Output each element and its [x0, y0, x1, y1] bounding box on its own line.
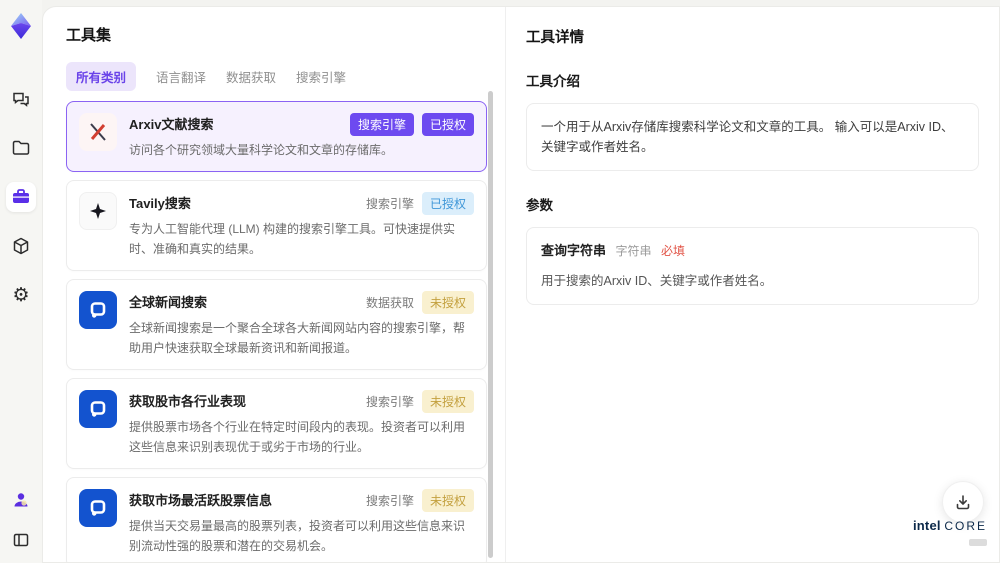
- sidebar-item-toolset[interactable]: [6, 182, 36, 212]
- auth-status-badge: 未授权: [421, 291, 474, 315]
- intel-wordmark: intel: [912, 518, 941, 534]
- category-tabs: 所有类别 语言翻译 数据获取 搜索引擎: [66, 62, 505, 91]
- param-description: 用于搜索的Arxiv ID、关键字或作者姓名。: [541, 273, 773, 288]
- tool-description: 提供当天交易量最高的股票列表，投资者可以利用这些信息来识别流动性强的股票和潜在的…: [129, 519, 466, 553]
- app-rail: ⚙: [0, 0, 42, 563]
- tavily-star-icon: [79, 192, 117, 231]
- core-wordmark: core: [944, 519, 987, 534]
- chat-icon: [11, 89, 31, 109]
- tool-name: Tavily搜索: [129, 196, 191, 212]
- tool-details-panel: 工具详情 工具介绍 一个用于从Arxiv存储库搜索科学论文和文章的工具。 输入可…: [505, 7, 999, 562]
- folder-icon: [11, 138, 31, 158]
- collapse-panel-button[interactable]: [6, 525, 36, 555]
- auth-status-badge: 未授权: [421, 489, 474, 513]
- param-box: 查询字符串 字符串 必填 用于搜索的Arxiv ID、关键字或作者姓名。: [526, 227, 979, 305]
- user-avatar-icon: [11, 490, 31, 510]
- category-badge: 搜索引擎: [365, 395, 414, 410]
- tool-description: 专为人工智能代理 (LLM) 构建的搜索引擎工具。可快速提供实时、准确和真实的结…: [129, 222, 456, 256]
- sidebar-item-files[interactable]: [6, 133, 36, 163]
- param-header-row: 查询字符串 字符串 必填: [541, 241, 964, 262]
- param-name: 查询字符串: [541, 243, 607, 258]
- page-title: 工具集: [66, 27, 112, 44]
- auth-status-badge: 已授权: [421, 113, 474, 136]
- intro-heading: 工具介绍: [526, 74, 580, 89]
- category-badge: 搜索引擎: [365, 494, 414, 509]
- tool-card-tavily[interactable]: Tavily搜索 搜索引擎 已授权 专为人工智能代理 (LLM) 构建的搜索引擎…: [66, 180, 487, 272]
- tab-all-categories[interactable]: 所有类别: [66, 62, 137, 91]
- tab-translation[interactable]: 语言翻译: [156, 62, 206, 91]
- tab-search-engine[interactable]: 搜索引擎: [296, 62, 346, 91]
- tool-card-stock-sectors[interactable]: 获取股市各行业表现 搜索引擎 未授权 提供股票市场各个行业在特定时间段内的表现。…: [66, 378, 487, 470]
- app-logo-icon[interactable]: [7, 12, 35, 40]
- blue-app-icon: [79, 489, 117, 528]
- tool-card-list: Arxiv文献搜索 搜索引擎 已授权 访问各个研究领域大量科学论文和文章的存储库…: [66, 101, 487, 562]
- intro-text-box: 一个用于从Arxiv存储库搜索科学论文和文章的工具。 输入可以是Arxiv ID…: [526, 103, 979, 171]
- rail-bottom: [6, 485, 36, 555]
- panel-toggle-icon: [12, 531, 30, 549]
- intro-text: 一个用于从Arxiv存储库搜索科学论文和文章的工具。 输入可以是Arxiv ID…: [541, 120, 954, 154]
- tool-description: 提供股票市场各个行业在特定时间段内的表现。投资者可以利用这些信息来识别表现优于或…: [129, 420, 466, 454]
- gear-icon: ⚙: [12, 284, 30, 306]
- blue-app-icon: [79, 291, 117, 330]
- rail-nav: ⚙: [6, 84, 36, 310]
- cube-icon: [11, 236, 31, 256]
- list-scrollbar-thumb[interactable]: [488, 91, 493, 558]
- tool-card-global-news[interactable]: 全球新闻搜索 数据获取 未授权 全球新闻搜索是一个聚合全球各大新闻网站内容的搜索…: [66, 279, 487, 371]
- tool-name: 全球新闻搜索: [129, 295, 208, 311]
- details-title: 工具详情: [526, 30, 584, 46]
- auth-status-badge: 未授权: [421, 390, 474, 414]
- user-profile-button[interactable]: [6, 485, 36, 515]
- arxiv-logo-icon: [79, 113, 117, 151]
- tab-data-fetch[interactable]: 数据获取: [226, 62, 276, 91]
- sidebar-item-plugins[interactable]: [6, 231, 36, 261]
- intel-core-sub-badge: [969, 539, 987, 547]
- params-heading: 参数: [526, 198, 553, 213]
- sidebar-item-settings[interactable]: ⚙: [6, 280, 36, 310]
- tool-description: 全球新闻搜索是一个聚合全球各大新闻网站内容的搜索引擎，帮助用户快速获取全球最新资…: [129, 321, 466, 355]
- briefcase-icon: [11, 187, 31, 207]
- tool-card-active-stocks[interactable]: 获取市场最活跃股票信息 搜索引擎 未授权 提供当天交易量最高的股票列表，投资者可…: [66, 477, 487, 562]
- main-surface: 工具集 所有类别 语言翻译 数据获取 搜索引擎 Arxiv文献搜索 搜索引擎 已…: [42, 6, 1000, 563]
- category-badge: 数据获取: [365, 296, 414, 311]
- tool-card-arxiv[interactable]: Arxiv文献搜索 搜索引擎 已授权 访问各个研究领域大量科学论文和文章的存储库…: [66, 101, 487, 173]
- category-badge: 搜索引擎: [365, 197, 414, 212]
- tool-name: 获取股市各行业表现: [129, 394, 247, 410]
- download-button[interactable]: [942, 481, 984, 523]
- download-icon: [954, 493, 972, 511]
- intel-core-logo: intel core: [912, 518, 987, 551]
- auth-status-badge: 已授权: [421, 192, 474, 216]
- tool-description: 访问各个研究领域大量科学论文和文章的存储库。: [129, 143, 394, 157]
- toolset-panel: 工具集 所有类别 语言翻译 数据获取 搜索引擎 Arxiv文献搜索 搜索引擎 已…: [43, 7, 505, 562]
- param-type: 字符串: [615, 244, 652, 258]
- tool-name: 获取市场最活跃股票信息: [129, 493, 273, 509]
- tool-name: Arxiv文献搜索: [129, 117, 214, 132]
- param-required-flag: 必填: [661, 244, 686, 258]
- category-badge: 搜索引擎: [349, 113, 414, 136]
- sidebar-item-chat[interactable]: [6, 84, 36, 114]
- blue-app-icon: [79, 390, 117, 429]
